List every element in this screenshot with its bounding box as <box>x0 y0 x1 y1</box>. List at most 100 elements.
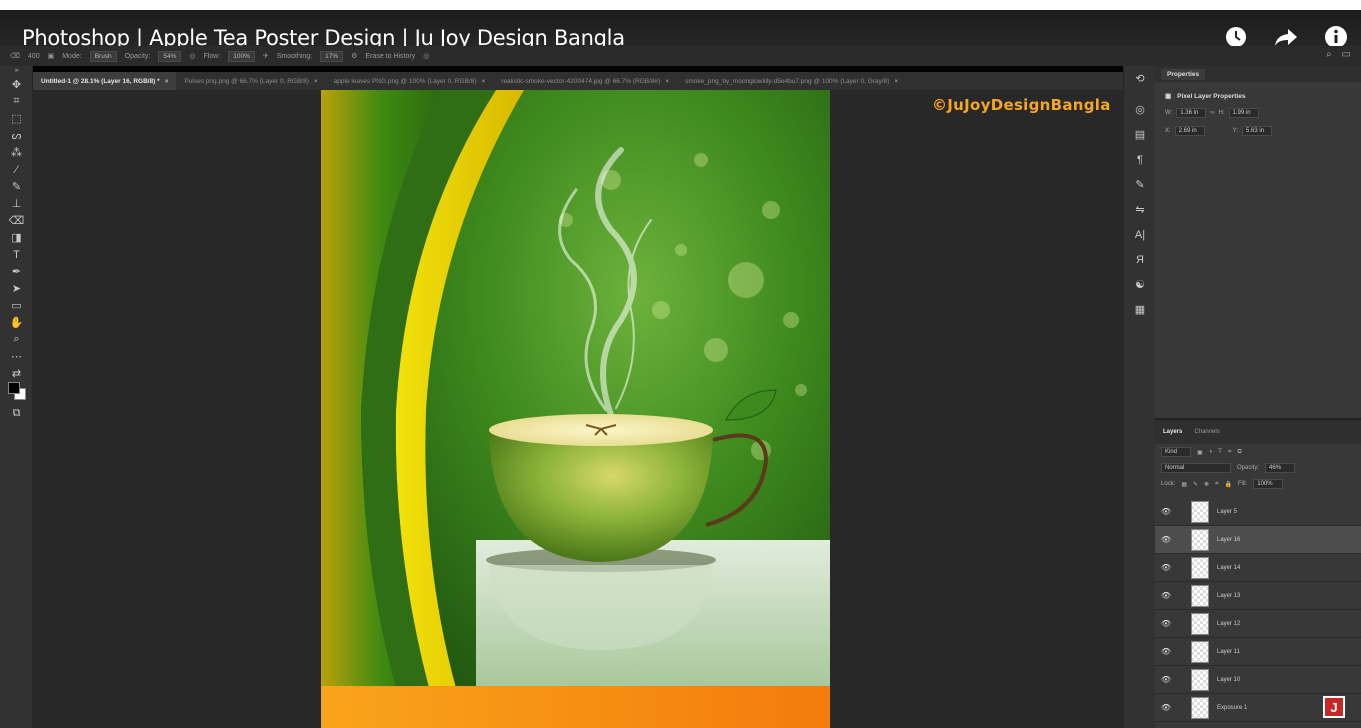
lasso-tool-icon[interactable]: ᔕ <box>0 127 33 144</box>
layer-row[interactable]: 👁 Layer 5 <box>1155 498 1361 526</box>
airbrush-icon[interactable]: ✈ <box>263 52 269 60</box>
tab-untitled-1[interactable]: Untitled-1 @ 28.1% (Layer 16, RGB/8) * × <box>33 72 177 90</box>
visibility-eye-icon[interactable]: 👁 <box>1155 591 1177 600</box>
brush-settings-icon[interactable]: ✎ <box>1124 172 1156 197</box>
collapse-icon[interactable]: » <box>0 66 33 76</box>
blend-mode-select[interactable]: Normal <box>1161 463 1231 473</box>
properties-tab[interactable]: Properties <box>1155 66 1361 82</box>
filter-type-icon[interactable]: T <box>1218 449 1222 455</box>
visibility-eye-icon[interactable]: 👁 <box>1155 507 1177 516</box>
width-field[interactable]: 1.36 in <box>1176 108 1207 118</box>
filter-pixel-icon[interactable]: ▣ <box>1197 449 1203 456</box>
screen-mode-icon[interactable]: ⧉ <box>0 405 33 422</box>
y-field[interactable]: 5.63 in <box>1242 126 1273 136</box>
swatches-icon[interactable]: ▤ <box>1124 122 1156 147</box>
fill-input[interactable]: 100% <box>1253 479 1284 489</box>
color-swatches[interactable] <box>0 381 33 400</box>
tab-realistic-smoke[interactable]: realistic-smoke-vector-4200474.jpg @ 66.… <box>493 72 677 90</box>
tab-channels[interactable]: Channels <box>1194 429 1219 435</box>
color-icon[interactable]: ◎ <box>1124 97 1156 122</box>
layer-row[interactable]: 👁 Layer 13 <box>1155 582 1361 610</box>
brush-panel-icon[interactable]: ▣ <box>48 52 55 60</box>
close-icon[interactable]: × <box>314 78 318 85</box>
type-tool-icon[interactable]: T <box>0 246 33 263</box>
close-icon[interactable]: × <box>894 78 898 85</box>
visibility-eye-icon[interactable]: 👁 <box>1155 619 1177 628</box>
eraser-tool-icon[interactable]: ⌫ <box>10 52 20 60</box>
close-icon[interactable]: × <box>481 78 485 85</box>
visibility-eye-icon[interactable]: 👁 <box>1155 703 1177 712</box>
x-field[interactable]: 2.69 in <box>1174 126 1205 136</box>
kind-filter[interactable]: Kind <box>1161 447 1191 457</box>
pressure-size-icon[interactable]: ◎ <box>423 52 429 60</box>
mode-select[interactable]: Brush <box>89 50 117 62</box>
opacity-input[interactable]: 54% <box>158 50 182 62</box>
search-icon[interactable]: ⌕ <box>1326 49 1332 60</box>
character-icon[interactable]: A| <box>1124 222 1156 247</box>
lock-transparent-icon[interactable]: ▦ <box>1181 481 1187 488</box>
link-icon[interactable]: ∞ <box>1210 110 1214 116</box>
stamp-tool-icon[interactable]: ⊥ <box>0 195 33 212</box>
flow-input[interactable]: 100% <box>228 50 255 62</box>
visibility-eye-icon[interactable]: 👁 <box>1155 675 1177 684</box>
position-row: X: 2.69 in Y: 5.63 in <box>1155 122 1361 140</box>
poster-canvas[interactable] <box>321 90 830 728</box>
layer-row[interactable]: 👁 Layer 12 <box>1155 610 1361 638</box>
lock-artboard-icon[interactable]: ⌗ <box>1215 481 1218 488</box>
smoothing-input[interactable]: 17% <box>320 50 344 62</box>
lock-position-icon[interactable]: ✥ <box>1204 481 1209 488</box>
height-field[interactable]: 1.99 in <box>1228 108 1259 118</box>
adjustments-icon[interactable]: ⇋ <box>1124 197 1156 222</box>
glyphs-icon[interactable]: Я <box>1124 247 1156 272</box>
panel-icons-strip: ⟲ ◎ ▤ ¶ ✎ ⇋ A| Я ☯ ▦ <box>1123 66 1155 728</box>
layer-row[interactable]: 👁 Layer 16 <box>1155 526 1361 554</box>
workspace-icon[interactable]: ▭ <box>1342 49 1351 60</box>
history-icon[interactable]: ⟲ <box>1124 66 1156 91</box>
3d-icon[interactable]: ☯ <box>1124 272 1156 297</box>
tab-pulses[interactable]: Pulses png.png @ 66.7% (Layer 0, RGB/8) × <box>176 72 325 90</box>
visibility-eye-icon[interactable]: 👁 <box>1155 647 1177 656</box>
gradient-tool-icon[interactable]: ◨ <box>0 229 33 246</box>
filter-shape-icon[interactable]: ⌗ <box>1228 449 1231 456</box>
tab-layers[interactable]: Layers <box>1163 429 1182 435</box>
close-icon[interactable]: × <box>665 78 669 85</box>
layer-row[interactable]: 👁 Layer 11 <box>1155 638 1361 666</box>
filter-smart-icon[interactable]: ⧉ <box>1237 449 1241 456</box>
swap-colors-icon[interactable]: ⇄ <box>0 365 33 382</box>
tab-smoke-png[interactable]: smoke_png_by_moonglowlilly-d5e4bu7.png @… <box>677 72 906 90</box>
artboard-tool-icon[interactable]: ⌗ <box>0 93 33 110</box>
pressure-opacity-icon[interactable]: ◎ <box>189 52 195 60</box>
erase-to-history-checkbox[interactable]: Erase to History <box>365 53 415 60</box>
rectangle-tool-icon[interactable]: ▭ <box>0 297 33 314</box>
lock-all-icon[interactable]: 🔒 <box>1224 481 1231 488</box>
layer-row[interactable]: 👁 Layer 10 <box>1155 666 1361 694</box>
zoom-tool-icon[interactable]: ⌕ <box>0 331 33 348</box>
layer-row[interactable]: 👁 Layer 14 <box>1155 554 1361 582</box>
brush-size[interactable]: 400 <box>28 53 40 60</box>
tab-apple-leaves[interactable]: apple leaves PNG.png @ 100% (Layer 0, RG… <box>326 72 494 90</box>
more-tools-icon[interactable]: ⋯ <box>0 348 33 365</box>
mode-label: Mode: <box>62 52 82 60</box>
pen-tool-icon[interactable]: ✒ <box>0 263 33 280</box>
close-icon[interactable]: × <box>165 78 169 85</box>
hand-tool-icon[interactable]: ✋ <box>0 314 33 331</box>
move-tool-icon[interactable]: ✥ <box>0 76 33 93</box>
magic-wand-tool-icon[interactable]: ⁂ <box>0 144 33 161</box>
layer-thumbnail <box>1191 528 1209 551</box>
grid-icon[interactable]: ▦ <box>1124 297 1156 322</box>
eraser-tool-icon[interactable]: ⌫ <box>0 212 33 229</box>
visibility-eye-icon[interactable]: 👁 <box>1155 563 1177 572</box>
brush-tool-icon[interactable]: ✎ <box>0 178 33 195</box>
layer-opacity-input[interactable]: 46% <box>1265 463 1296 473</box>
eyedropper-tool-icon[interactable]: ⁄ <box>0 161 33 178</box>
layer-thumbnail <box>1191 500 1209 523</box>
layer-thumbnail <box>1191 668 1209 691</box>
filter-adjust-icon[interactable]: ◑ <box>1209 449 1213 455</box>
lock-pixels-icon[interactable]: ✎ <box>1193 481 1198 488</box>
smoothing-gear-icon[interactable]: ⚙ <box>351 52 357 60</box>
marquee-tool-icon[interactable]: ⬚ <box>0 110 33 127</box>
flow-label: Flow: <box>203 52 221 60</box>
visibility-eye-icon[interactable]: 👁 <box>1155 535 1177 544</box>
path-select-tool-icon[interactable]: ➤ <box>0 280 33 297</box>
paragraph-icon[interactable]: ¶ <box>1124 147 1156 172</box>
